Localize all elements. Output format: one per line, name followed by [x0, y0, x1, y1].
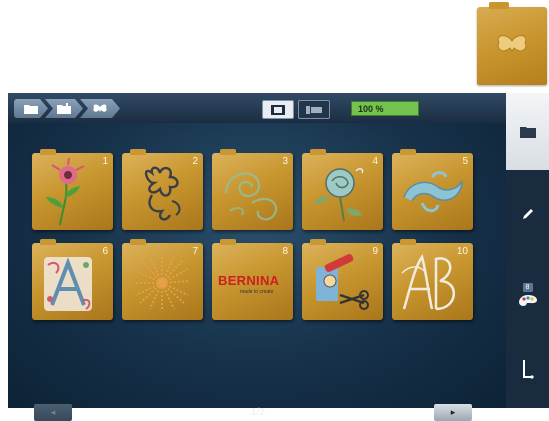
- green-swirl-icon: [224, 172, 278, 221]
- chevron-left-icon: ◂: [50, 407, 56, 417]
- breadcrumb-folder[interactable]: [45, 99, 83, 118]
- design-folder-8[interactable]: 8 BERNINA made to create: [212, 239, 293, 320]
- pencil-icon: [522, 209, 533, 219]
- flower-stem-icon: [46, 157, 85, 226]
- design-folder-9[interactable]: 9: [302, 239, 383, 320]
- butterfly-icon: [497, 35, 527, 52]
- design-folder-2[interactable]: 2: [122, 149, 203, 230]
- monogram-ab-icon: [401, 254, 456, 311]
- zoom-indicator: 100 %: [351, 101, 419, 116]
- next-page-button[interactable]: ▸: [434, 404, 472, 421]
- chevron-right-icon: ▸: [450, 407, 456, 417]
- ornate-letter-a-icon: [44, 257, 92, 311]
- folder-tab: [489, 2, 509, 9]
- design-folder-4[interactable]: 4: [302, 149, 383, 230]
- scissors-tools-icon: [316, 254, 369, 310]
- blue-swirl-icon: [403, 171, 463, 213]
- design-folder-10[interactable]: 10: [392, 239, 473, 320]
- starburst-icon: [134, 255, 191, 311]
- bernina-tagline: made to create: [240, 289, 274, 295]
- grid-view-icon: [271, 104, 285, 115]
- grid-view-button[interactable]: [262, 100, 294, 119]
- page-indicator: 1/2: [251, 407, 265, 418]
- selected-folder-thumbnail: [477, 2, 547, 85]
- previous-page-button[interactable]: ◂: [34, 404, 72, 421]
- butterfly-icon: [92, 104, 108, 114]
- list-view-icon: [306, 105, 322, 114]
- folder-tab: [220, 239, 236, 245]
- zoom-label: 100 %: [358, 103, 384, 114]
- sidebar-folder-button[interactable]: [506, 93, 549, 170]
- design-folder-7[interactable]: 7: [122, 239, 203, 320]
- folder-icon: [519, 126, 536, 138]
- list-view-button[interactable]: [298, 100, 330, 119]
- dark-floral-icon: [144, 166, 181, 221]
- bernina-logo: BERNINA: [218, 273, 280, 288]
- sidebar-edit-button[interactable]: [506, 189, 549, 239]
- folder-icon: [24, 104, 38, 114]
- sidebar-color-button[interactable]: 8: [506, 271, 549, 321]
- folder-embroidery-icon: [57, 103, 71, 114]
- breadcrumb-root[interactable]: [14, 99, 48, 118]
- folder-number: 8: [282, 246, 288, 257]
- top-toolbar: 100 %: [8, 93, 506, 123]
- rose-icon: [314, 168, 364, 222]
- right-sidebar: 8: [506, 93, 549, 408]
- palette-icon: [518, 295, 537, 306]
- sidebar-stitch-button[interactable]: [506, 345, 549, 395]
- stitch-icon: [522, 360, 534, 379]
- color-count-badge: 8: [522, 283, 533, 292]
- design-folder-1[interactable]: 1: [32, 149, 113, 230]
- breadcrumb-butterfly[interactable]: [80, 99, 120, 118]
- design-folder-3[interactable]: 3: [212, 149, 293, 230]
- embroidery-screen: 100 % 1 2 3 4 5 6 7 8 BERNINA made to cr…: [8, 93, 549, 421]
- design-folder-6[interactable]: 6: [32, 239, 113, 320]
- design-folder-grid: 1 2 3 4 5 6 7 8 BERNINA made to create 9…: [8, 123, 506, 421]
- design-folder-5[interactable]: 5: [392, 149, 473, 230]
